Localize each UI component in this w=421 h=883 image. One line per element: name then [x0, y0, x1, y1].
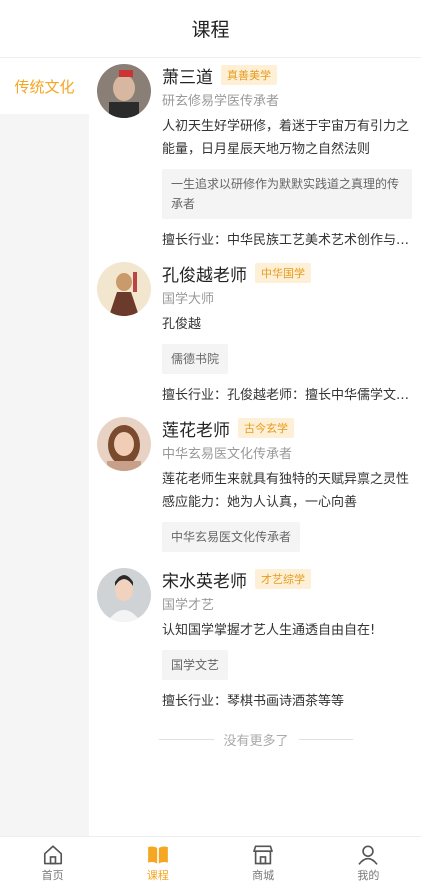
tab-label: 我的 [357, 869, 380, 882]
user-icon [358, 845, 379, 865]
teacher-description: 莲花老师生来就具有独特的天赋异禀之灵性感应能力：她为人认真，一心向善 [162, 472, 410, 510]
avatar [97, 568, 151, 622]
page-header: 课程 [0, 0, 421, 58]
sidebar-item-traditional-culture[interactable]: 传统文化 [0, 58, 89, 114]
teacher-title: 中华玄易医文化传承者 [162, 447, 293, 462]
page-title: 课程 [191, 19, 230, 41]
teacher-motto: 儒德书院 [162, 344, 229, 374]
teacher-description: 孔俊越 [162, 317, 202, 332]
teacher-name: 萧三道 [162, 67, 213, 88]
category-sidebar: 传统文化 [0, 58, 89, 836]
tab-courses[interactable]: 课程 [105, 837, 210, 883]
category-tag: 中华国学 [255, 263, 311, 283]
teacher-list: 萧三道 真善美学 研玄修易学医传承者 人初天生好学研修，着迷于宇宙万有引力之能量… [89, 58, 421, 836]
teacher-name: 莲花老师 [162, 420, 230, 441]
list-end-indicator: 没有更多了 [159, 730, 354, 749]
teacher-motto: 一生追求以研修作为默默实践道之真理的传承者 [162, 169, 412, 219]
shop-icon [253, 845, 273, 865]
avatar [97, 262, 151, 316]
divider [298, 739, 354, 740]
list-end-text: 没有更多了 [223, 734, 289, 749]
teacher-specialty: 擅长行业：琴棋书画诗酒茶等等 [162, 694, 345, 709]
teacher-description: 认知国学掌握才艺人生通透自由自在! [162, 623, 376, 638]
tab-home[interactable]: 首页 [0, 837, 105, 883]
teacher-title: 国学大师 [162, 292, 215, 307]
teacher-motto: 中华玄易医文化传承者 [162, 522, 301, 552]
category-tag: 真善美学 [221, 65, 277, 85]
divider [159, 739, 214, 740]
tab-label: 商城 [252, 869, 275, 882]
teacher-motto: 国学文艺 [162, 650, 229, 680]
bottom-tab-bar: 首页 课程 商城 我的 [0, 836, 421, 883]
tab-shop[interactable]: 商城 [211, 837, 316, 883]
home-icon [43, 845, 62, 865]
teacher-specialty: 擅长行业：孔俊越老师：擅长中华儒学文化研究 [162, 388, 412, 403]
teacher-name: 孔俊越老师 [162, 265, 247, 286]
teacher-specialty: 擅长行业：中华民族工艺美术艺术创作与传承 [162, 233, 412, 248]
tab-label: 课程 [146, 869, 169, 882]
avatar [97, 417, 151, 471]
tab-profile[interactable]: 我的 [316, 837, 421, 883]
avatar [97, 64, 151, 118]
teacher-title: 国学才艺 [162, 598, 215, 613]
book-icon [148, 846, 168, 864]
teacher-name: 宋水英老师 [162, 571, 247, 592]
category-tag: 古今玄学 [238, 418, 294, 438]
teacher-title: 研玄修易学医传承者 [162, 94, 280, 109]
category-tag: 才艺综学 [255, 569, 311, 589]
teacher-description: 人初天生好学研修，着迷于宇宙万有引力之能量，日月星辰天地万物之自然法则 [162, 119, 410, 157]
tab-label: 首页 [41, 869, 64, 882]
